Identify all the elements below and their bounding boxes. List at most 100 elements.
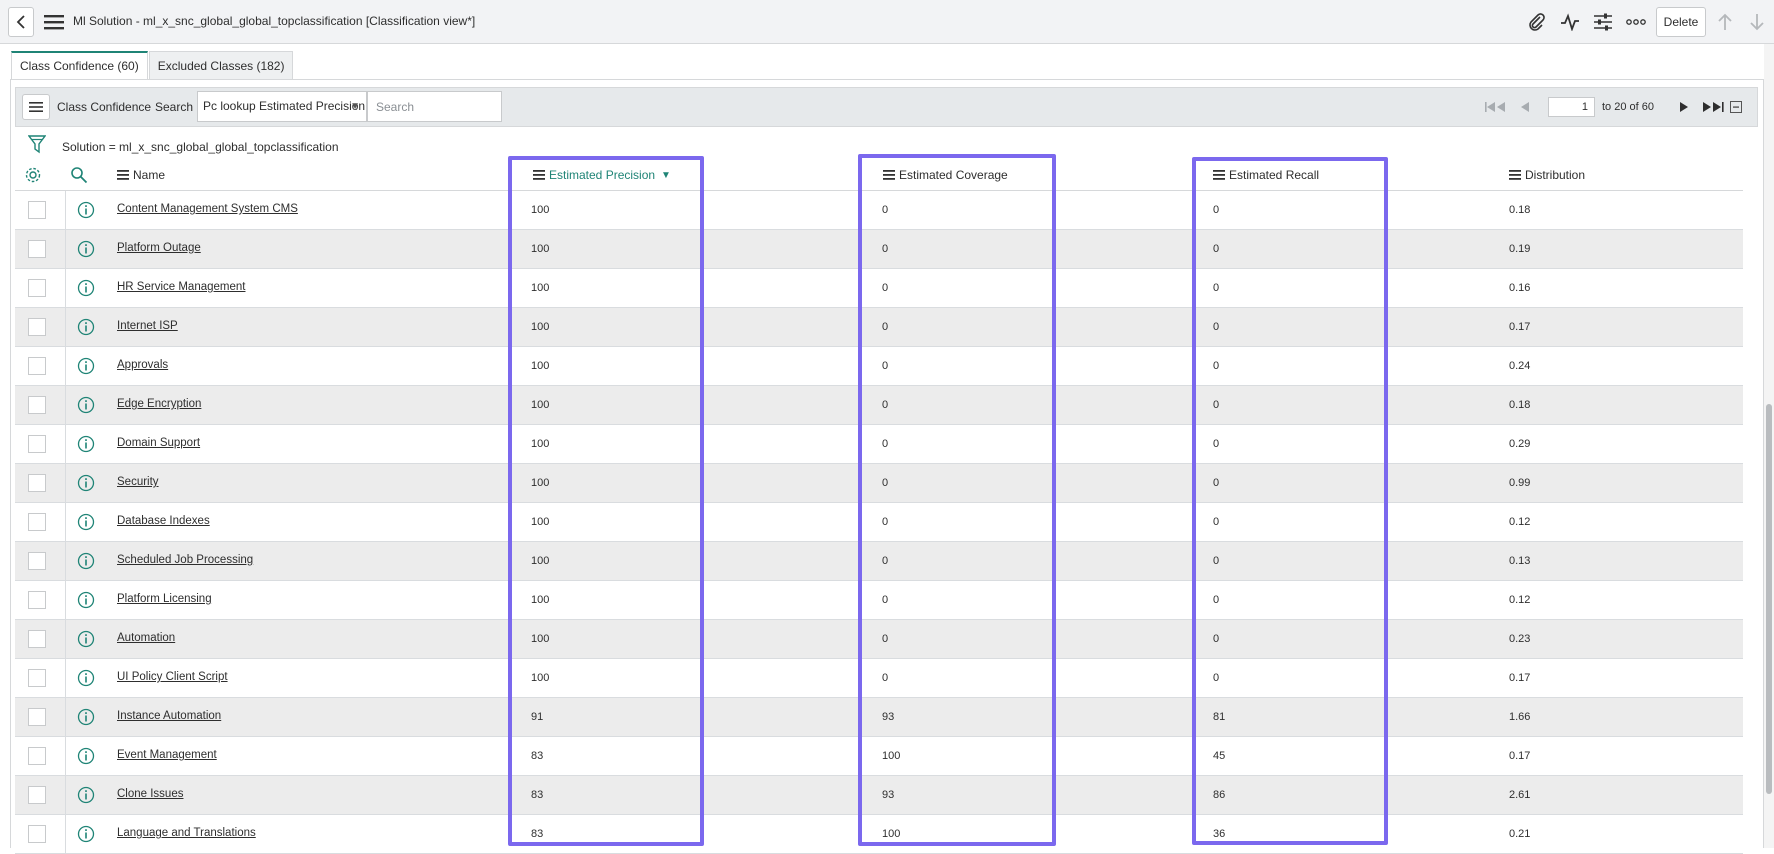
previous-page-icon[interactable]	[1518, 98, 1532, 116]
info-icon[interactable]	[77, 396, 95, 414]
cell-name[interactable]: HR Service Management	[117, 281, 245, 293]
info-icon[interactable]	[77, 825, 95, 843]
list-menu-button[interactable]	[22, 94, 50, 120]
info-icon[interactable]	[77, 201, 95, 219]
row-checkbox[interactable]	[28, 552, 46, 570]
scrollbar-thumb[interactable]	[1766, 404, 1772, 794]
last-page-icon[interactable]	[1701, 98, 1725, 116]
cell-name[interactable]: Approvals	[117, 359, 168, 371]
table-row[interactable]: Approvals 100 0 0 0.24	[15, 347, 1743, 386]
table-row[interactable]: Platform Outage 100 0 0 0.19	[15, 230, 1743, 269]
row-checkbox[interactable]	[28, 786, 46, 804]
table-row[interactable]: Database Indexes 100 0 0 0.12	[15, 503, 1743, 542]
row-checkbox[interactable]	[28, 240, 46, 258]
column-menu-icon[interactable]	[883, 170, 895, 180]
info-icon[interactable]	[77, 708, 95, 726]
cell-name[interactable]: Internet ISP	[117, 320, 178, 332]
row-checkbox[interactable]	[28, 396, 46, 414]
table-row[interactable]: Security 100 0 0 0.99	[15, 464, 1743, 503]
page-scrollbar[interactable]	[1764, 44, 1774, 848]
info-icon[interactable]	[77, 747, 95, 765]
row-checkbox[interactable]	[28, 318, 46, 336]
row-checkbox[interactable]	[28, 630, 46, 648]
info-icon[interactable]	[77, 630, 95, 648]
row-checkbox[interactable]	[28, 474, 46, 492]
cell-name[interactable]: Platform Licensing	[117, 593, 212, 605]
table-row[interactable]: Edge Encryption 100 0 0 0.18	[15, 386, 1743, 425]
tab-excluded-classes[interactable]: Excluded Classes (182)	[148, 51, 294, 80]
page-number-input[interactable]	[1548, 97, 1595, 117]
row-checkbox[interactable]	[28, 201, 46, 219]
table-row[interactable]: Language and Translations 83 100 36 0.21	[15, 815, 1743, 854]
table-row[interactable]: Content Management System CMS 100 0 0 0.18	[15, 191, 1743, 230]
cell-name[interactable]: Automation	[117, 632, 175, 644]
table-row[interactable]: HR Service Management 100 0 0 0.16	[15, 269, 1743, 308]
cell-name[interactable]: Platform Outage	[117, 242, 201, 254]
cell-name[interactable]: Domain Support	[117, 437, 200, 449]
arrow-down-icon[interactable]	[1746, 12, 1768, 32]
cell-name[interactable]: Content Management System CMS	[117, 203, 298, 215]
cell-name[interactable]: Event Management	[117, 749, 217, 761]
column-menu-icon[interactable]	[117, 170, 129, 180]
cell-name[interactable]: Scheduled Job Processing	[117, 554, 253, 566]
table-row[interactable]: Instance Automation 91 93 81 1.66	[15, 698, 1743, 737]
table-row[interactable]: Platform Licensing 100 0 0 0.12	[15, 581, 1743, 620]
table-row[interactable]: Internet ISP 100 0 0 0.17	[15, 308, 1743, 347]
more-icon[interactable]	[1625, 12, 1647, 32]
cell-name[interactable]: Edge Encryption	[117, 398, 201, 410]
breadcrumb[interactable]: Solution = ml_x_snc_global_global_topcla…	[62, 140, 339, 154]
column-header-name[interactable]: Name	[117, 168, 165, 182]
row-checkbox[interactable]	[28, 825, 46, 843]
cell-name[interactable]: Database Indexes	[117, 515, 210, 527]
arrow-up-icon[interactable]	[1714, 12, 1736, 32]
info-icon[interactable]	[77, 591, 95, 609]
column-menu-icon[interactable]	[533, 170, 545, 180]
info-icon[interactable]	[77, 318, 95, 336]
cell-name[interactable]: Language and Translations	[117, 827, 256, 839]
table-row[interactable]: UI Policy Client Script 100 0 0 0.17	[15, 659, 1743, 698]
table-row[interactable]: Event Management 83 100 45 0.17	[15, 737, 1743, 776]
info-icon[interactable]	[77, 513, 95, 531]
info-icon[interactable]	[77, 240, 95, 258]
table-row[interactable]: Domain Support 100 0 0 0.29	[15, 425, 1743, 464]
next-page-icon[interactable]	[1677, 98, 1691, 116]
row-checkbox[interactable]	[28, 513, 46, 531]
cell-name[interactable]: Clone Issues	[117, 788, 183, 800]
cell-name[interactable]: Instance Automation	[117, 710, 221, 722]
cell-name[interactable]: UI Policy Client Script	[117, 671, 228, 683]
row-checkbox[interactable]	[28, 279, 46, 297]
activity-icon[interactable]	[1559, 12, 1581, 32]
info-icon[interactable]	[77, 357, 95, 375]
column-header-recall[interactable]: Estimated Recall	[1213, 168, 1319, 182]
search-field-select[interactable]: Pc lookup Estimated Precision ▼	[197, 91, 367, 122]
delete-button[interactable]: Delete	[1656, 7, 1706, 37]
attachment-icon[interactable]	[1526, 12, 1548, 32]
row-checkbox[interactable]	[28, 435, 46, 453]
info-icon[interactable]	[77, 786, 95, 804]
collapse-icon[interactable]	[1729, 98, 1743, 116]
column-menu-icon[interactable]	[1509, 170, 1521, 180]
table-row[interactable]: Scheduled Job Processing 100 0 0 0.13	[15, 542, 1743, 581]
column-menu-icon[interactable]	[1213, 170, 1225, 180]
first-page-icon[interactable]	[1484, 98, 1508, 116]
table-row[interactable]: Automation 100 0 0 0.23	[15, 620, 1743, 659]
info-icon[interactable]	[77, 279, 95, 297]
table-row[interactable]: Clone Issues 83 93 86 2.61	[15, 776, 1743, 815]
column-header-coverage[interactable]: Estimated Coverage	[883, 168, 1008, 182]
info-icon[interactable]	[77, 669, 95, 687]
row-checkbox[interactable]	[28, 591, 46, 609]
back-button[interactable]	[8, 7, 34, 37]
row-checkbox[interactable]	[28, 747, 46, 765]
info-icon[interactable]	[77, 435, 95, 453]
gear-icon[interactable]	[24, 166, 42, 184]
settings-sliders-icon[interactable]	[1592, 12, 1614, 32]
row-checkbox[interactable]	[28, 669, 46, 687]
search-icon[interactable]	[70, 166, 88, 184]
filter-icon[interactable]	[27, 134, 47, 154]
info-icon[interactable]	[77, 552, 95, 570]
search-input[interactable]	[367, 91, 502, 122]
info-icon[interactable]	[77, 474, 95, 492]
menu-icon[interactable]	[44, 13, 64, 31]
column-header-precision[interactable]: Estimated Precision ▼	[533, 168, 671, 182]
column-header-distribution[interactable]: Distribution	[1509, 168, 1585, 182]
